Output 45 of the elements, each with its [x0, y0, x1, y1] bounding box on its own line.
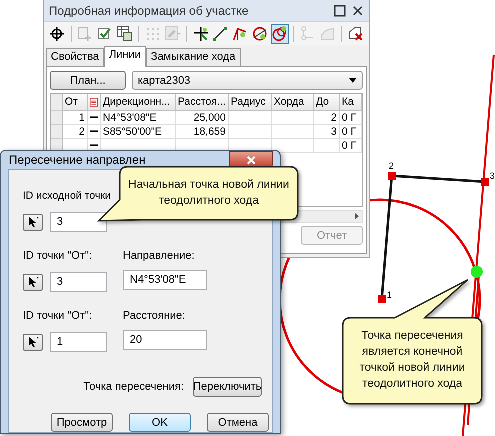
table-cell: 25,000 [176, 111, 229, 125]
input-field[interactable]: 3 [50, 272, 107, 292]
field-label: ID исходной точки [23, 190, 112, 204]
input-field[interactable]: 1 [50, 332, 107, 352]
dialog-title: Пересечение направлен [9, 153, 146, 167]
table-cell: 1 [63, 111, 88, 125]
table-cell: N4°53'08"E [101, 111, 176, 125]
table-cell: 2 [63, 125, 88, 139]
table-cell: 0 Г [340, 139, 362, 153]
table-cell: 0 Г [340, 125, 362, 139]
column-header[interactable]: До [314, 94, 340, 111]
plan-button[interactable]: План... [50, 71, 126, 90]
window-title: Подробная информация об участке [49, 4, 250, 18]
column-header[interactable]: Хорда [272, 94, 314, 111]
table-cell: 18,659 [176, 125, 229, 139]
column-header[interactable]: Дирекционн... [101, 94, 176, 111]
column-header[interactable]: Ка [340, 94, 362, 111]
table-cell: 2 [314, 111, 340, 125]
dialog-button[interactable]: Отмена [207, 413, 269, 432]
point-label: 1 [387, 290, 392, 300]
column-header[interactable]: От [63, 94, 88, 111]
field-label: Точка пересечения: [84, 381, 184, 393]
table-cell: 3 [314, 125, 340, 139]
callout-text: Точка пересечения является конечной точкой новой линии теодолитного хода [358, 329, 466, 392]
point-label: 2 [389, 161, 394, 171]
table-cell: S85°50'00"E [101, 125, 176, 139]
column-header[interactable]: Расстоя... [176, 94, 229, 111]
dialog-button[interactable]: Просмотр [51, 413, 113, 432]
switch-button[interactable]: Переключить [193, 377, 262, 397]
point-label: 3 [490, 171, 495, 181]
tab[interactable]: Линии [104, 46, 146, 67]
input-field[interactable]: N4°53'08"E [123, 270, 207, 290]
input-field[interactable]: 20 [123, 330, 207, 350]
input-field[interactable]: 3 [50, 212, 107, 232]
callout-text: Начальная точка новой линии теодолитного хода [128, 178, 290, 209]
table-cell: 0 Г [340, 111, 362, 125]
column-header[interactable]: Радиус [229, 94, 272, 111]
field-label: ID точки "От": [23, 250, 92, 264]
plan-dropdown[interactable]: карта2303 [132, 71, 363, 90]
field-label: Расстояние: [123, 310, 186, 324]
field-label: Направление: [123, 250, 195, 264]
tab[interactable]: Свойства [46, 48, 104, 66]
tab[interactable]: Замыкание хода [146, 48, 241, 66]
field-label: ID точки "От": [23, 310, 92, 324]
dialog-button[interactable]: OK [129, 413, 191, 432]
